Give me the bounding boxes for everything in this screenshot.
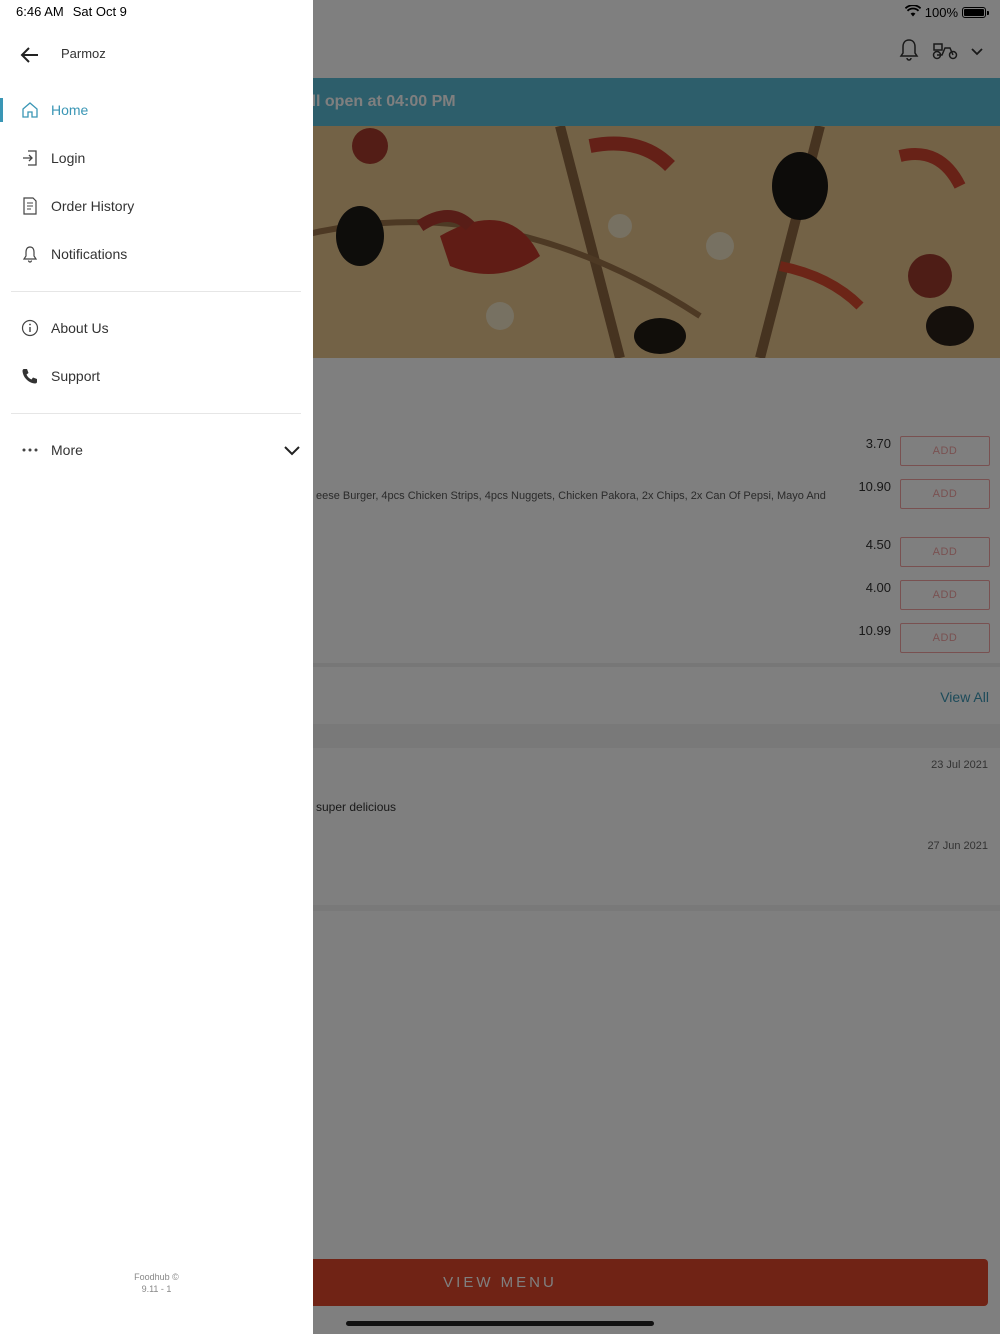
drawer-title: Parmoz (61, 46, 106, 61)
menu-item-label: Notifications (51, 246, 128, 262)
menu-item-more[interactable]: More (0, 428, 313, 472)
phone-icon (20, 366, 40, 386)
menu-item-label: Order History (51, 198, 135, 214)
side-drawer: 6:46 AM Sat Oct 9 Parmoz Home Login Orde… (0, 0, 313, 1334)
order-history-icon (20, 196, 40, 216)
menu-item-label: Login (51, 150, 86, 166)
menu-item-support[interactable]: Support (0, 354, 313, 398)
menu-item-notifications[interactable]: Notifications (0, 232, 313, 276)
menu-item-login[interactable]: Login (0, 136, 313, 180)
menu-item-home[interactable]: Home (0, 88, 313, 132)
drawer-header: Parmoz (0, 30, 313, 78)
menu-item-label: Support (51, 368, 101, 384)
info-icon (20, 318, 40, 338)
home-icon (20, 100, 40, 120)
menu-item-order-history[interactable]: Order History (0, 184, 313, 228)
chevron-down-icon[interactable] (283, 441, 301, 459)
footer-brand: Foodhub © (134, 1272, 179, 1282)
status-bar-left: 6:46 AM Sat Oct 9 (16, 4, 127, 19)
menu-item-label: Home (51, 102, 89, 118)
more-dots-icon (20, 440, 40, 460)
menu-divider (11, 291, 301, 292)
back-arrow-icon[interactable] (18, 42, 44, 68)
menu-item-about-us[interactable]: About Us (0, 306, 313, 350)
menu-item-label: More (51, 442, 83, 458)
bell-icon (20, 244, 40, 264)
menu-item-label: About Us (51, 320, 109, 336)
status-time: 6:46 AM (16, 4, 64, 19)
footer-version: 9.11 - 1 (141, 1284, 172, 1294)
login-icon (20, 148, 40, 168)
status-date: Sat Oct 9 (72, 4, 127, 19)
menu-divider (11, 413, 301, 414)
home-indicator (346, 1321, 654, 1326)
